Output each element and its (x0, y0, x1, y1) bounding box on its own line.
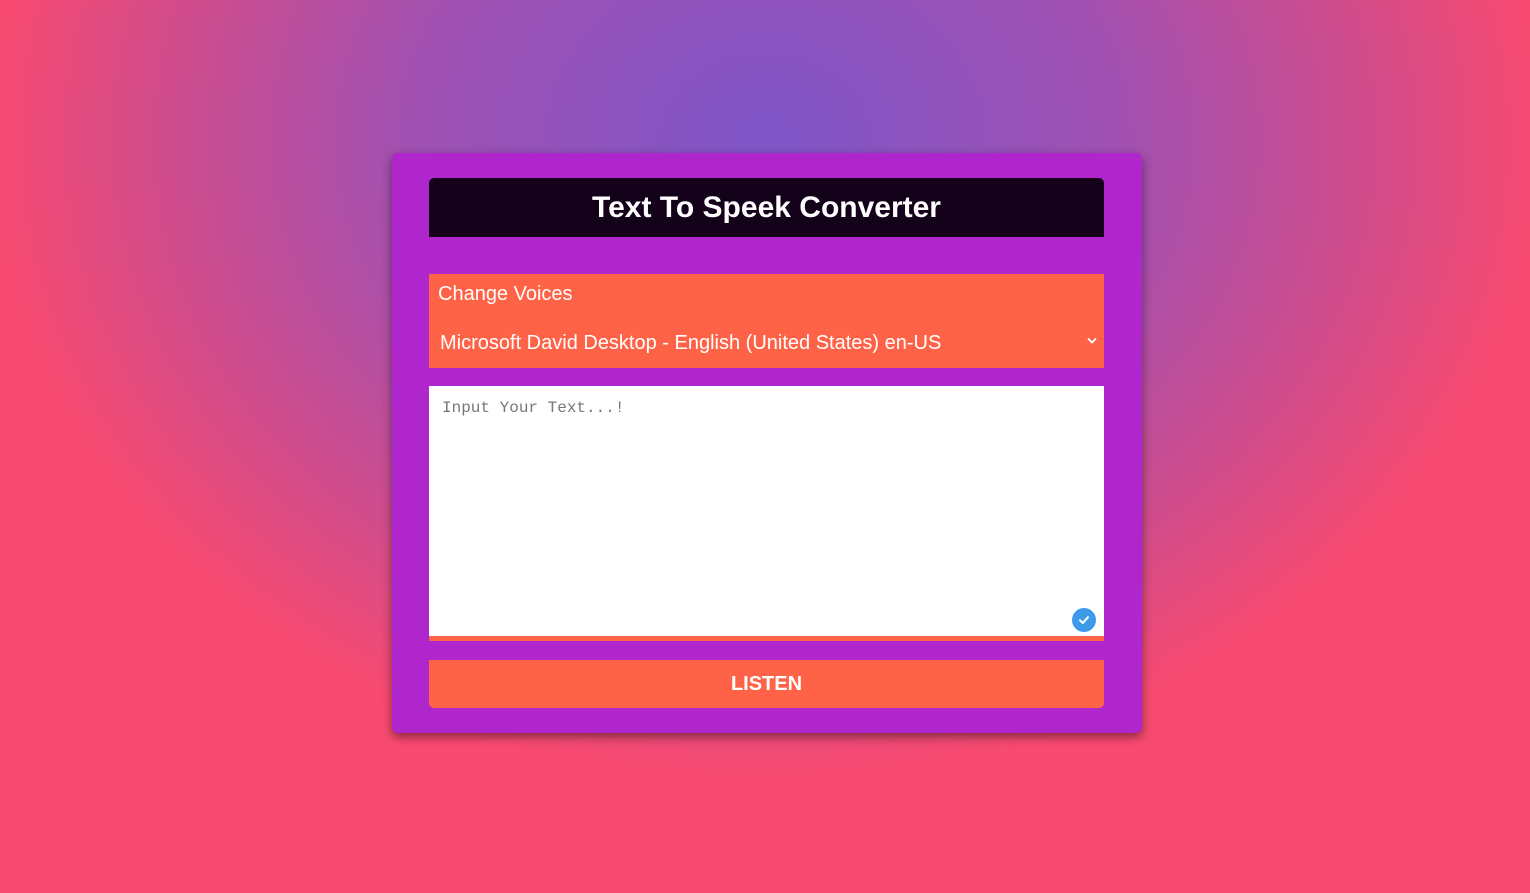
chevron-down-icon (1087, 338, 1097, 344)
listen-button[interactable]: LISTEN (429, 660, 1104, 708)
converter-card: Text To Speek Converter Change Voices Mi… (392, 153, 1142, 733)
text-input-wrapper (429, 386, 1104, 641)
check-circle-icon[interactable] (1072, 608, 1096, 632)
page-title: Text To Speek Converter (592, 190, 941, 224)
voice-label: Change Voices (438, 283, 573, 305)
voice-select[interactable]: Microsoft David Desktop - English (Unite… (429, 318, 1104, 368)
text-input[interactable] (429, 386, 1104, 636)
voice-panel: Change Voices Microsoft David Desktop - … (429, 274, 1104, 368)
header-bar: Text To Speek Converter (429, 178, 1104, 237)
voice-selected-value: Microsoft David Desktop - English (Unite… (440, 331, 942, 354)
